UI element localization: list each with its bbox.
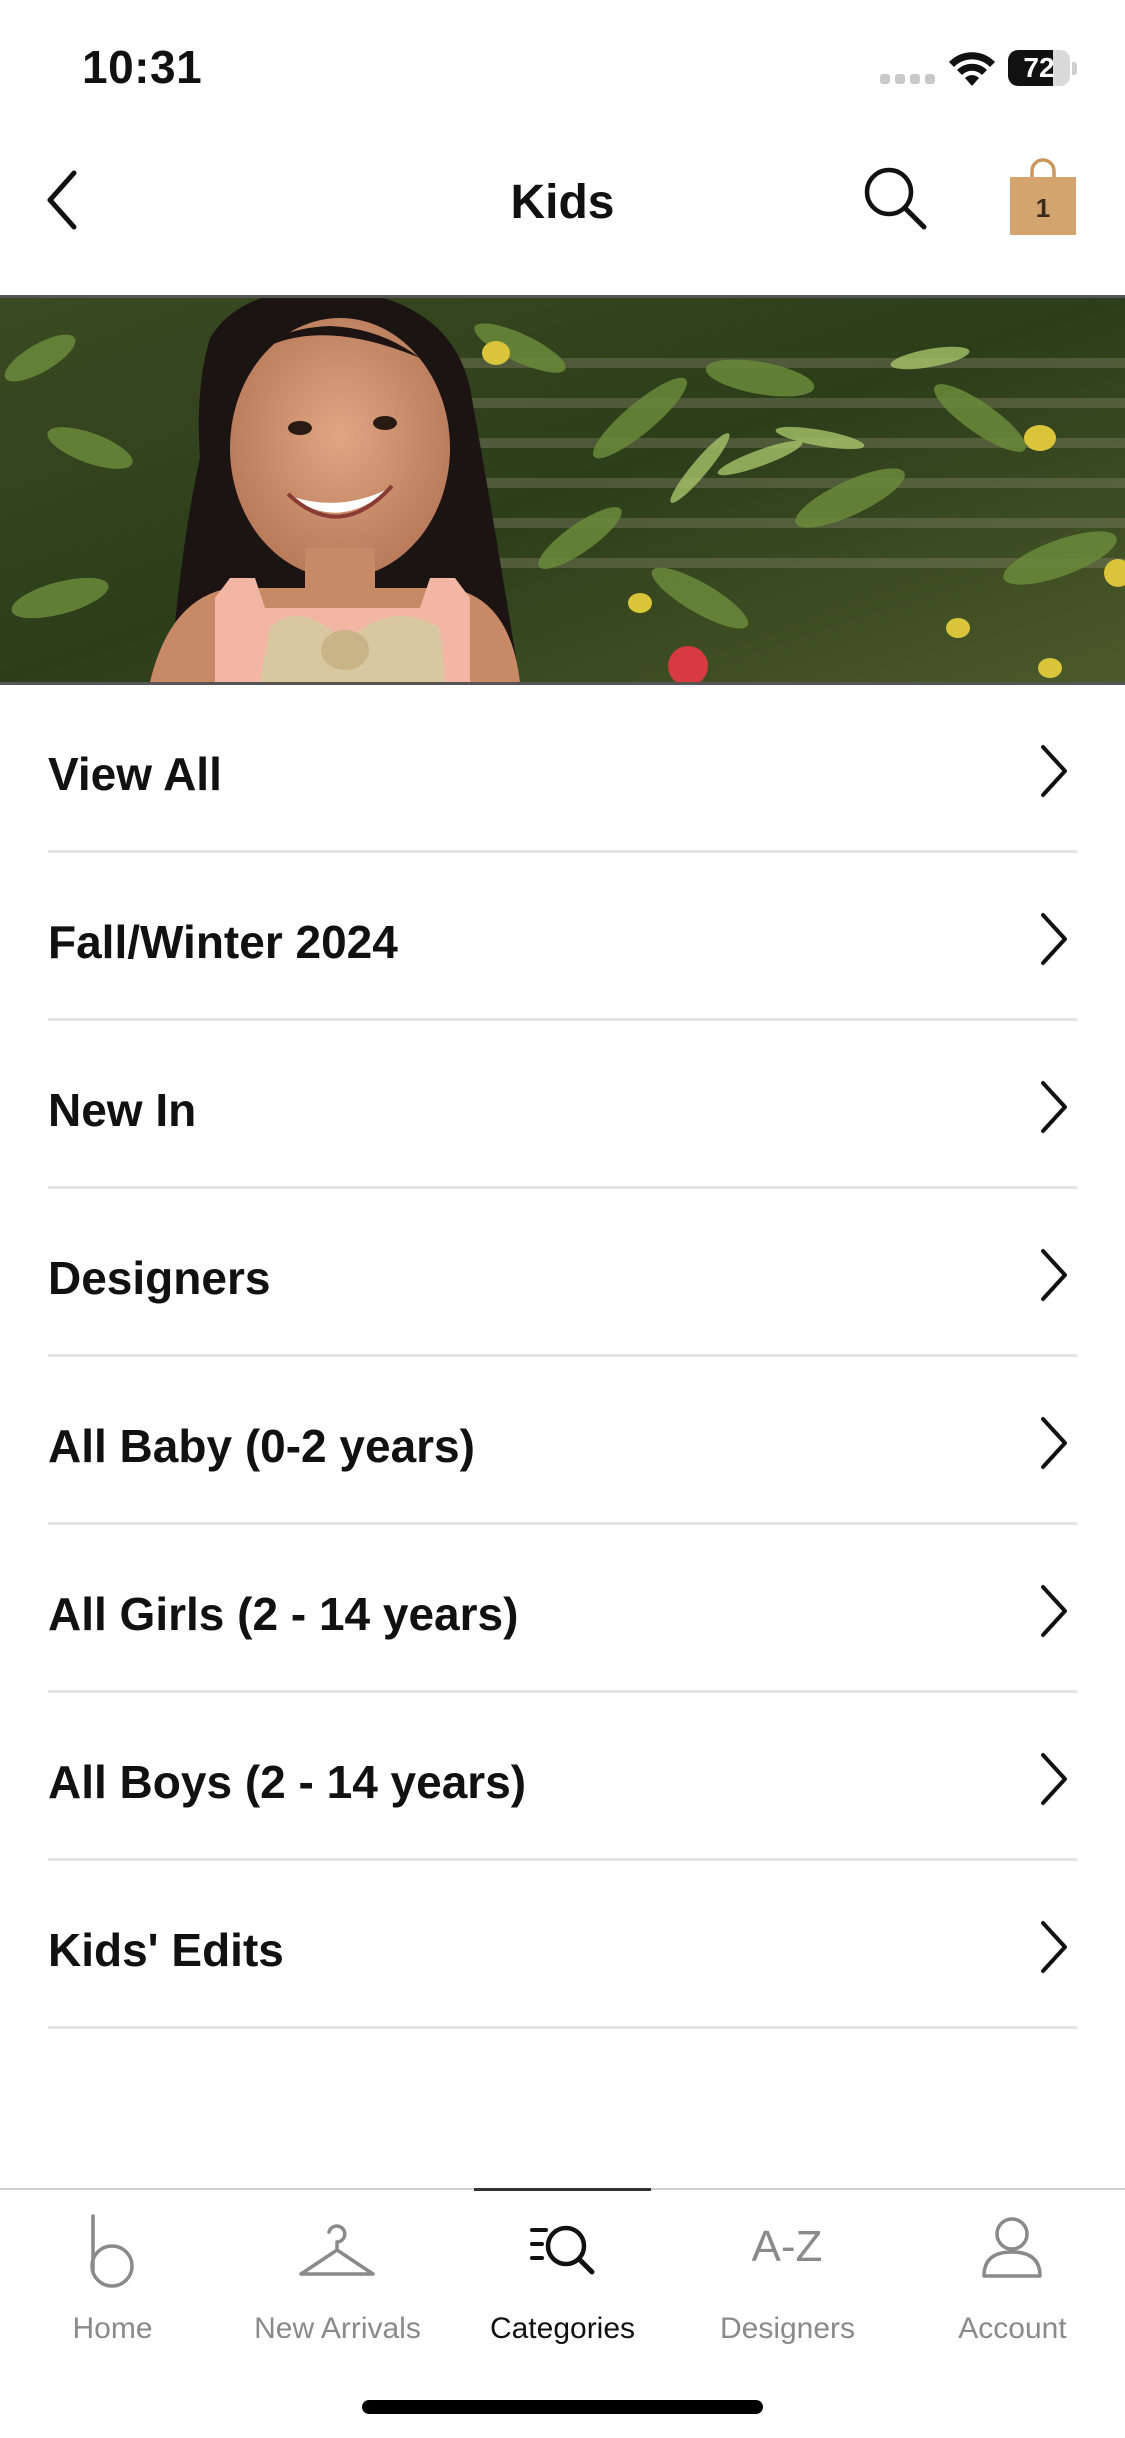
chevron-right-icon	[1041, 1753, 1067, 1805]
status-time: 10:31	[82, 41, 203, 93]
tab-label: Designers	[719, 2312, 856, 2345]
tab-designers[interactable]: A-Z Designers	[675, 2190, 900, 2360]
chevron-right-icon	[1041, 1921, 1067, 1973]
navigation-header: Kids 1	[0, 135, 1125, 295]
hanger-icon	[299, 2224, 375, 2276]
wifi-icon	[949, 52, 995, 86]
menu-item-label: View All	[48, 748, 222, 800]
menu-item-label: Fall/Winter 2024	[48, 916, 398, 968]
chevron-right-icon	[1041, 745, 1067, 797]
menu-item-kids-edits[interactable]: Kids' Edits	[48, 1861, 1077, 2029]
status-bar: 10:31 72	[0, 0, 1125, 135]
page-title: Kids	[510, 176, 615, 229]
home-indicator	[362, 2400, 763, 2414]
menu-item-all-baby[interactable]: All Baby (0-2 years)	[48, 1357, 1077, 1525]
chevron-right-icon	[1041, 1417, 1067, 1469]
menu-item-label: Designers	[48, 1252, 271, 1304]
tab-categories[interactable]: Categories	[450, 2190, 675, 2360]
tab-label: Account	[958, 2312, 1067, 2345]
hero-banner-image	[0, 295, 1125, 685]
a-z-icon: A-Z	[751, 2222, 823, 2271]
cellular-signal-icon	[880, 74, 936, 86]
chevron-right-icon	[1041, 1249, 1067, 1301]
search-button[interactable]	[860, 163, 930, 233]
categories-search-icon	[530, 2225, 595, 2275]
menu-item-label: New In	[48, 1084, 197, 1136]
tab-account[interactable]: Account	[900, 2190, 1125, 2360]
b-logo-icon	[90, 2214, 134, 2288]
tab-label: New Arrivals	[254, 2312, 421, 2345]
menu-item-all-boys[interactable]: All Boys (2 - 14 years)	[48, 1693, 1077, 1861]
chevron-right-icon	[1041, 913, 1067, 965]
person-icon	[982, 2217, 1042, 2278]
menu-item-label: All Girls (2 - 14 years)	[48, 1588, 519, 1640]
menu-item-label: All Baby (0-2 years)	[48, 1420, 475, 1472]
menu-item-designers[interactable]: Designers	[48, 1189, 1077, 1357]
tab-new-arrivals[interactable]: New Arrivals	[225, 2190, 450, 2360]
menu-item-label: All Boys (2 - 14 years)	[48, 1756, 527, 1808]
menu-item-view-all[interactable]: View All	[48, 685, 1077, 853]
menu-item-new-in[interactable]: New In	[48, 1021, 1077, 1189]
kids-banner-photo	[0, 298, 1125, 682]
shopping-bag-button[interactable]: 1	[1008, 157, 1078, 237]
battery-cap	[1072, 62, 1077, 75]
battery-percent: 72	[1023, 52, 1055, 83]
chevron-right-icon	[1041, 1081, 1067, 1133]
tab-label: Home	[72, 2312, 153, 2345]
category-list: View All Fall/Winter 2024 New In Designe…	[48, 685, 1077, 2029]
tab-home[interactable]: Home	[0, 2190, 225, 2360]
menu-item-fall-winter-2024[interactable]: Fall/Winter 2024	[48, 853, 1077, 1021]
bag-count-badge: 1	[1035, 193, 1051, 223]
tab-label: Categories	[489, 2312, 636, 2345]
menu-item-all-girls[interactable]: All Girls (2 - 14 years)	[48, 1525, 1077, 1693]
chevron-right-icon	[1041, 1585, 1067, 1637]
battery-icon: 72	[1008, 50, 1070, 86]
menu-item-label: Kids' Edits	[48, 1924, 284, 1976]
